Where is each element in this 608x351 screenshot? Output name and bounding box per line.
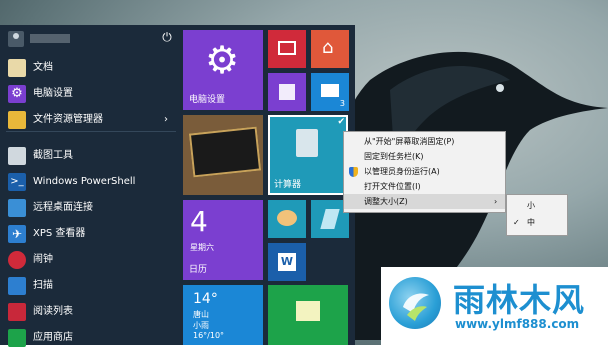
tile-home[interactable]: ⌂ — [311, 30, 349, 68]
documents-icon — [8, 59, 26, 77]
power-icon[interactable]: ⏻ — [160, 30, 174, 44]
menu-item-documents[interactable]: 文档 — [0, 55, 180, 81]
tile-word[interactable]: W — [268, 243, 306, 281]
ctx-item-label: 从"开始"屏幕取消固定(P) — [364, 137, 455, 146]
user-account[interactable]: ⏻ — [0, 25, 180, 53]
watermark-url-text: www.ylmf888.com — [455, 317, 580, 331]
menu-item-reading-list[interactable]: 阅读列表 — [0, 299, 180, 325]
mail-count-badge: 3 — [339, 99, 345, 108]
tile-pc-settings[interactable]: ⚙ 电脑设置 — [183, 30, 263, 110]
menu-item-pc-settings[interactable]: ⚙ 电脑设置 — [0, 81, 180, 107]
weather-city: 唐山 — [193, 310, 209, 319]
store-icon — [8, 329, 26, 347]
menu-item-label: 文档 — [33, 62, 53, 73]
home-icon: ⌂ — [322, 37, 334, 58]
xps-viewer-icon: ✈ — [8, 225, 26, 243]
settings-gear-icon: ⚙ — [8, 85, 26, 103]
menu-item-file-explorer[interactable]: 文件资源管理器 › — [0, 107, 180, 133]
menu-item-label: 扫描 — [33, 280, 53, 291]
document-icon — [320, 209, 340, 229]
checkmark-icon: ✓ — [513, 218, 520, 227]
tile-store[interactable] — [268, 285, 348, 345]
map-icon — [279, 84, 295, 100]
mail-icon — [321, 84, 339, 97]
chevron-right-icon: › — [494, 197, 498, 206]
shield-icon — [349, 167, 358, 177]
ctx-run-as-admin[interactable]: 以管理员身份运行(A) — [344, 164, 505, 179]
word-icon: W — [278, 253, 296, 271]
ctx-open-file-location[interactable]: 打开文件位置(I) — [344, 179, 505, 194]
tile-paint[interactable] — [268, 200, 306, 238]
start-menu-app-list: ⏻ 文档 ⚙ 电脑设置 文件资源管理器 › 截图工具 >_ Windows Po… — [0, 25, 180, 347]
watermark-logo: 雨林木风 www.ylmf888.com — [381, 267, 608, 345]
start-menu: ⏻ 文档 ⚙ 电脑设置 文件资源管理器 › 截图工具 >_ Windows Po… — [0, 25, 355, 347]
powershell-icon: >_ — [8, 173, 26, 191]
menu-item-alarms[interactable]: 闹钟 — [0, 247, 180, 273]
checkmark-icon: ✔ — [337, 117, 345, 127]
menu-item-label: Windows PowerShell — [33, 176, 136, 187]
calendar-day: 4 — [190, 205, 208, 238]
alarm-clock-icon — [8, 251, 26, 269]
tile-weather[interactable]: 14° 唐山 小雨 16°/10° — [183, 285, 263, 345]
settings-gear-icon: ⚙ — [205, 38, 240, 82]
submenu-small[interactable]: 小 — [507, 198, 567, 214]
reading-list-icon — [8, 303, 26, 321]
menu-item-remote-desktop[interactable]: 远程桌面连接 — [0, 195, 180, 221]
menu-item-powershell[interactable]: >_ Windows PowerShell — [0, 169, 180, 195]
remote-desktop-icon — [8, 199, 26, 217]
tile-video[interactable] — [268, 30, 306, 68]
paint-palette-icon — [277, 210, 297, 226]
menu-item-label: 文件资源管理器 — [33, 114, 103, 125]
tile-maps[interactable] — [268, 73, 306, 111]
submenu-medium[interactable]: ✓ 中 — [507, 215, 567, 231]
tile-calendar[interactable]: 4 星期六 日历 — [183, 200, 263, 280]
video-icon — [278, 41, 296, 55]
menu-item-label: XPS 查看器 — [33, 228, 86, 239]
weather-range: 16°/10° — [193, 331, 225, 340]
menu-item-store[interactable]: 应用商店 — [0, 325, 180, 351]
tile-label: 电脑设置 — [189, 95, 226, 105]
menu-item-snipping-tool[interactable]: 截图工具 — [0, 143, 180, 169]
menu-item-label: 闹钟 — [33, 254, 53, 265]
menu-item-label: 远程桌面连接 — [33, 202, 93, 213]
scan-icon — [8, 277, 26, 295]
menu-item-label: 应用商店 — [33, 332, 73, 343]
ctx-resize[interactable]: 调整大小(Z) › — [344, 194, 505, 209]
avatar[interactable] — [8, 31, 24, 47]
submenu-label: 小 — [527, 201, 535, 210]
calendar-weekday: 星期六 — [190, 243, 214, 252]
resize-submenu: 小 ✓ 中 — [506, 194, 568, 236]
folder-icon — [8, 111, 26, 129]
news-image — [188, 126, 262, 178]
tile-news-photo[interactable] — [183, 115, 263, 195]
ylmf-logo-icon — [389, 277, 441, 329]
tile-label: 日历 — [189, 265, 208, 275]
tile-calculator[interactable]: ✔ 计算器 — [268, 115, 348, 195]
ctx-pin-to-taskbar[interactable]: 固定到任务栏(K) — [344, 149, 505, 164]
tile-mail[interactable]: 3 — [311, 73, 349, 111]
chevron-right-icon: › — [164, 114, 168, 125]
menu-divider — [6, 131, 176, 132]
ctx-item-label: 调整大小(Z) — [364, 197, 408, 206]
ctx-item-label: 固定到任务栏(K) — [364, 152, 424, 161]
ctx-unpin-from-start[interactable]: 从"开始"屏幕取消固定(P) — [344, 134, 505, 149]
snipping-tool-icon — [8, 147, 26, 165]
watermark-brand-text: 雨林木风 — [453, 281, 586, 319]
menu-item-scan[interactable]: 扫描 — [0, 273, 180, 299]
weather-condition: 小雨 — [193, 321, 209, 330]
ctx-item-label: 打开文件位置(I) — [364, 182, 421, 191]
menu-item-label: 截图工具 — [33, 150, 73, 161]
menu-item-label: 阅读列表 — [33, 306, 73, 317]
menu-item-label: 电脑设置 — [33, 88, 73, 99]
weather-temperature: 14° — [193, 291, 218, 307]
username-redacted — [30, 34, 70, 43]
menu-item-xps-viewer[interactable]: ✈ XPS 查看器 — [0, 221, 180, 247]
tile-label: 计算器 — [274, 180, 302, 190]
context-menu: 从"开始"屏幕取消固定(P) 固定到任务栏(K) 以管理员身份运行(A) 打开文… — [343, 131, 506, 213]
shopping-bag-icon — [296, 301, 320, 321]
calculator-icon — [296, 129, 318, 157]
submenu-label: 中 — [527, 218, 535, 227]
ctx-item-label: 以管理员身份运行(A) — [364, 167, 440, 176]
